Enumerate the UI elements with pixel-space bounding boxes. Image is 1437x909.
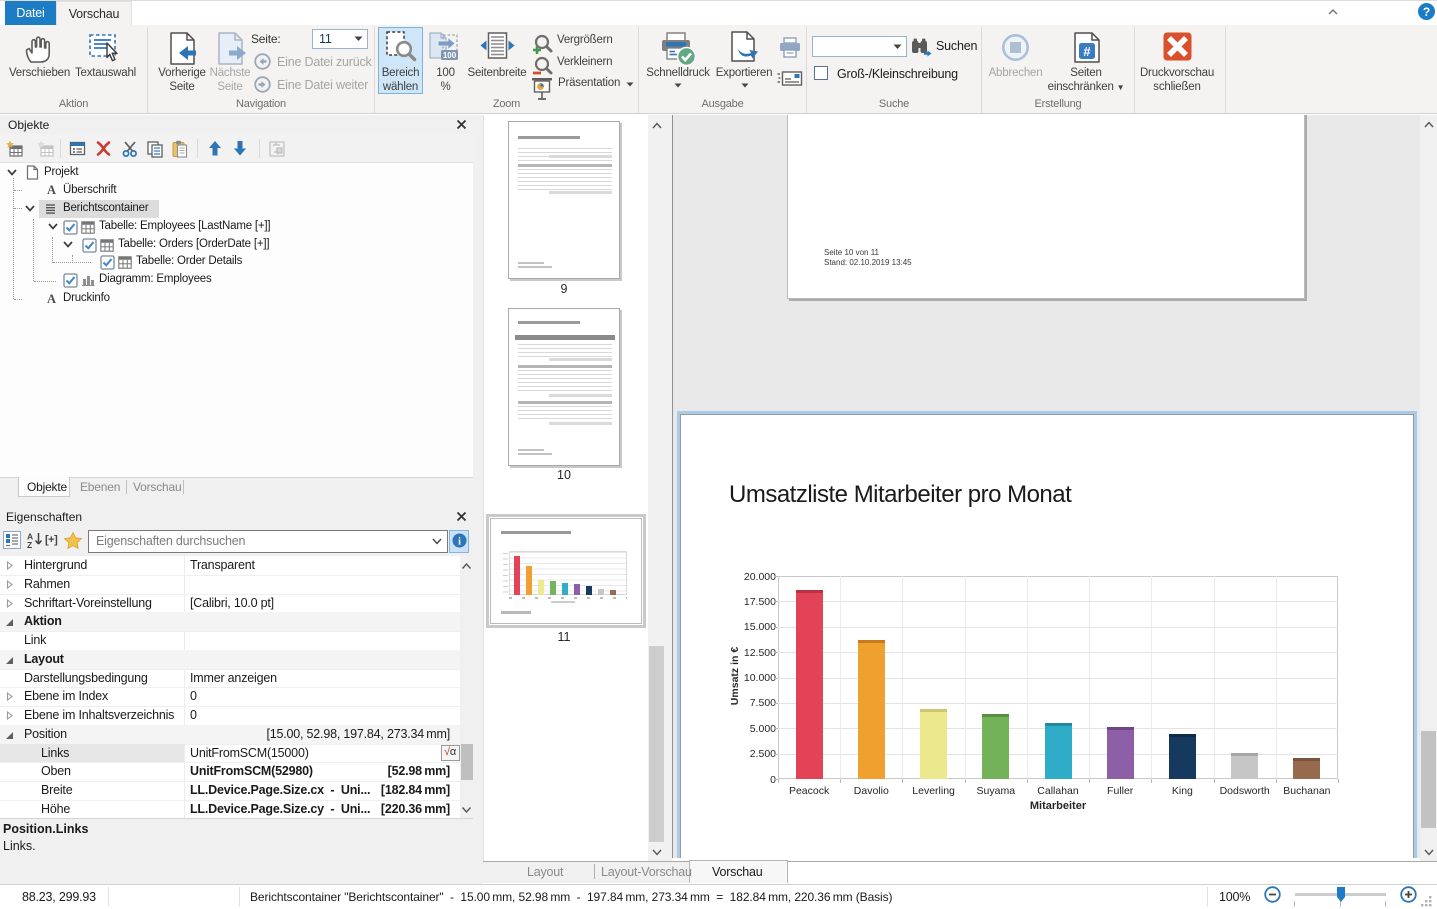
svg-text:100: 100	[443, 51, 457, 60]
svg-text:i: i	[458, 537, 461, 548]
svg-text:Z: Z	[27, 540, 32, 549]
svg-text:#: #	[1083, 44, 1091, 59]
svg-text:?: ?	[1423, 5, 1430, 19]
